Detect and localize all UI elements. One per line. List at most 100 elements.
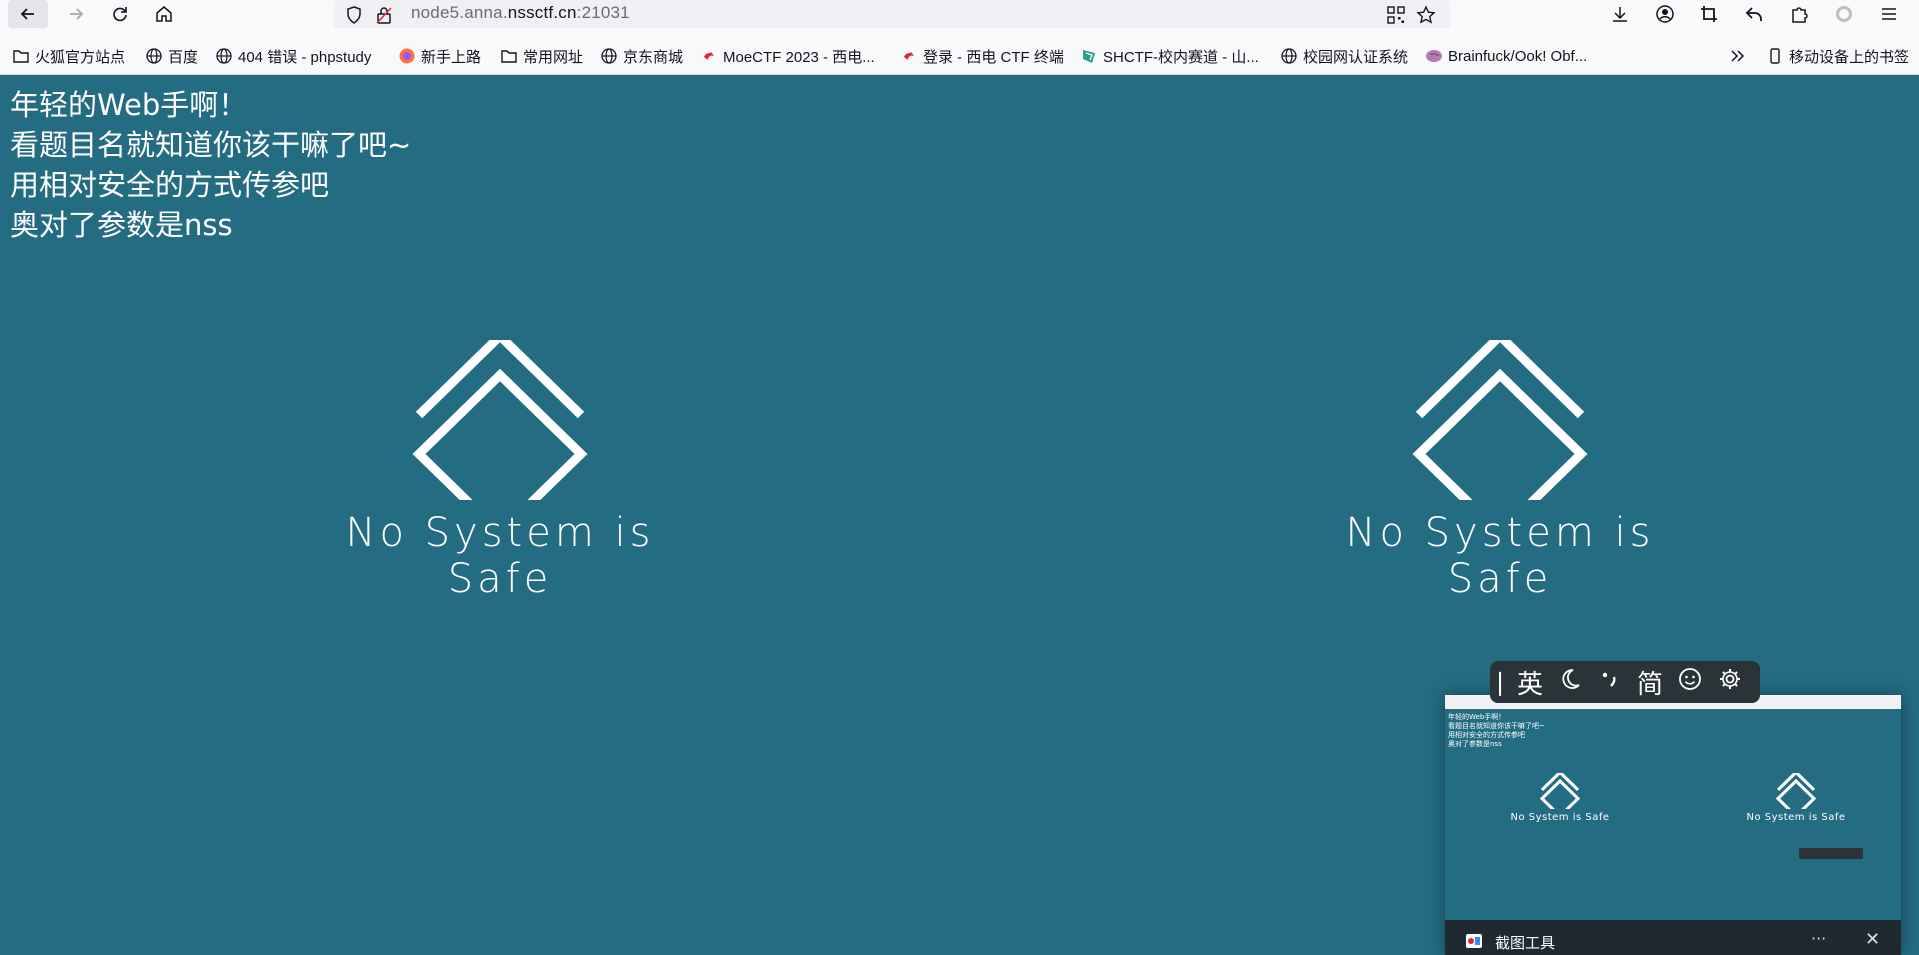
- bookmark-label: 京东商城: [623, 48, 684, 66]
- globe-icon: [600, 47, 618, 65]
- globe-icon: [145, 47, 163, 65]
- qr-code-icon[interactable]: [1386, 5, 1406, 25]
- bookmark-item[interactable]: 校园网认证系统: [1280, 45, 1408, 67]
- ime-settings-button[interactable]: [1710, 667, 1750, 698]
- bookmark-label: Brainfuck/Ook! Obf...: [1448, 47, 1588, 65]
- screenshot-thumbnail[interactable]: 年轻的Web手啊！ 看题目名就知道你该干嘛了吧~ 用相对安全的方式传参吧 奥对了…: [1445, 695, 1901, 920]
- thumbnail-slogan: No System is Safe: [1510, 812, 1610, 823]
- bookmark-item[interactable]: MoeCTF 2023 - 西电...: [700, 45, 875, 67]
- thumbnail-line: 用相对安全的方式传参吧: [1448, 731, 1525, 739]
- message-line: 奥对了参数是nss: [10, 208, 233, 242]
- downloads-button[interactable]: [1600, 0, 1640, 28]
- bookmark-item[interactable]: 新手上路: [398, 45, 481, 67]
- bookmark-item[interactable]: 404 错误 - phpstudy: [215, 45, 371, 67]
- ime-drag-handle[interactable]: ❘: [1490, 668, 1510, 696]
- bookmark-label: SHCTF-校内赛道 - 山...: [1103, 48, 1259, 66]
- thumbnail-line: 看题目名就知道你该干嘛了吧~: [1448, 722, 1545, 730]
- reload-button[interactable]: [100, 0, 140, 28]
- snipping-tool-title: 截图工具: [1495, 934, 1556, 952]
- thumbnail-text: 年轻的Web手啊！ 看题目名就知道你该干嘛了吧~ 用相对安全的方式传参吧 奥对了…: [1448, 713, 1545, 749]
- thumbnail-logo: No System is Safe: [1505, 770, 1615, 823]
- message-line: 年轻的Web手啊！: [10, 88, 248, 122]
- nss-logo: No System is Safe: [290, 340, 710, 602]
- shctf-icon: [1080, 47, 1098, 65]
- snipping-tool-preview[interactable]: 年轻的Web手啊！ 看题目名就知道你该干嘛了吧~ 用相对安全的方式传参吧 奥对了…: [1445, 695, 1901, 955]
- emoji-icon: [1679, 667, 1701, 690]
- extensions-button[interactable]: [1779, 0, 1819, 28]
- bookmark-item[interactable]: 京东商城: [600, 45, 683, 67]
- insecure-lock-icon[interactable]: [374, 5, 394, 25]
- punctuation-icon: [1602, 672, 1616, 687]
- bookmark-item[interactable]: Brainfuck/Ook! Obf...: [1425, 45, 1587, 67]
- thumbnail-line: 年轻的Web手啊！: [1448, 713, 1506, 721]
- bookmark-item[interactable]: 火狐官方站点: [12, 45, 125, 67]
- mobile-device-icon: [1766, 47, 1784, 65]
- forward-button[interactable]: [56, 0, 96, 28]
- message-line: 用相对安全的方式传参吧: [10, 168, 330, 202]
- mobile-bookmarks[interactable]: 移动设备上的书签: [1766, 45, 1909, 67]
- undo-button[interactable]: [1734, 0, 1774, 28]
- menu-button[interactable]: [1869, 0, 1909, 28]
- snipping-tool-bar: 截图工具 ··· ✕: [1445, 920, 1901, 955]
- bookmark-label: MoeCTF 2023 - 西电...: [723, 48, 875, 66]
- folder-icon: [12, 47, 30, 65]
- bookmarks-bar: 火狐官方站点 百度 404 错误 - phpstudy 新手上路 常用网址 京东…: [0, 40, 1919, 75]
- extension-button[interactable]: [1824, 0, 1864, 28]
- brain-icon: [1425, 47, 1443, 65]
- forward-arrow-icon: [70, 8, 84, 20]
- logo-slogan: No System is Safe: [1345, 510, 1655, 602]
- bookmark-item[interactable]: SHCTF-校内赛道 - 山...: [1080, 45, 1259, 67]
- snipping-tool-icon: [1466, 934, 1482, 948]
- extension-circle-icon: [1836, 6, 1852, 22]
- shield-icon[interactable]: [344, 5, 364, 25]
- home-icon: [156, 6, 172, 22]
- close-button[interactable]: ✕: [1865, 929, 1880, 950]
- bookmark-label: 常用网址: [523, 48, 584, 66]
- folder-icon: [500, 47, 518, 65]
- bookmark-label: 新手上路: [421, 48, 482, 66]
- bookmark-label: 登录 - 西电 CTF 终端: [923, 48, 1064, 66]
- hamburger-menu-icon: [1882, 8, 1896, 20]
- bookmark-item[interactable]: 百度: [145, 45, 198, 67]
- ime-charset-toggle[interactable]: 简: [1630, 664, 1670, 701]
- account-icon: [1656, 5, 1674, 23]
- ime-moon-button[interactable]: [1550, 667, 1590, 698]
- back-arrow-icon: [20, 8, 34, 20]
- bookmark-item[interactable]: 常用网址: [500, 45, 583, 67]
- double-chevron-up-icon: [1775, 770, 1817, 819]
- account-button[interactable]: [1645, 0, 1685, 28]
- firefox-icon: [398, 47, 416, 65]
- bookmark-item[interactable]: 登录 - 西电 CTF 终端: [900, 45, 1064, 67]
- ime-punctuation-toggle[interactable]: [1590, 667, 1630, 698]
- url-bar[interactable]: node5.anna.nssctf.cn:21031: [334, 0, 1450, 30]
- ime-emoji-button[interactable]: [1670, 667, 1710, 698]
- xdsec-icon: [700, 47, 718, 65]
- crop-icon: [1701, 6, 1717, 22]
- mobile-bookmarks-label: 移动设备上的书签: [1789, 48, 1910, 66]
- double-chevron-up-icon: [1539, 770, 1581, 819]
- home-button[interactable]: [144, 0, 184, 28]
- bookmark-label: 火狐官方站点: [35, 48, 126, 66]
- screenshot-button[interactable]: [1689, 0, 1729, 28]
- thumbnail-ime-bar: [1799, 848, 1863, 859]
- bookmark-label: 校园网认证系统: [1303, 48, 1409, 66]
- ime-toolbar: ❘ 英 简: [1490, 661, 1760, 703]
- more-options-button[interactable]: ···: [1811, 929, 1826, 948]
- challenge-message: 年轻的Web手啊！ 看题目名就知道你该干嘛了吧~ 用相对安全的方式传参吧 奥对了…: [10, 85, 411, 245]
- back-button[interactable]: [8, 0, 48, 28]
- bookmark-label: 百度: [168, 48, 199, 66]
- message-line: 看题目名就知道你该干嘛了吧~: [10, 128, 412, 162]
- ime-language-toggle[interactable]: 英: [1510, 664, 1550, 701]
- bookmarks-overflow-button[interactable]: [1729, 45, 1752, 67]
- bookmark-star-icon[interactable]: [1416, 5, 1436, 25]
- logo-slogan: No System is Safe: [345, 510, 655, 602]
- thumbnail-slogan: No System is Safe: [1746, 812, 1846, 823]
- reload-icon: [113, 7, 127, 22]
- double-chevron-up-icon: [1412, 340, 1588, 500]
- thumbnail-logo: No System is Safe: [1741, 770, 1851, 823]
- browser-toolbar: node5.anna.nssctf.cn:21031: [0, 0, 1919, 30]
- url-text[interactable]: node5.anna.nssctf.cn:21031: [411, 3, 630, 23]
- download-icon: [1613, 7, 1627, 22]
- moon-icon: [1562, 668, 1580, 689]
- globe-icon: [1280, 47, 1298, 65]
